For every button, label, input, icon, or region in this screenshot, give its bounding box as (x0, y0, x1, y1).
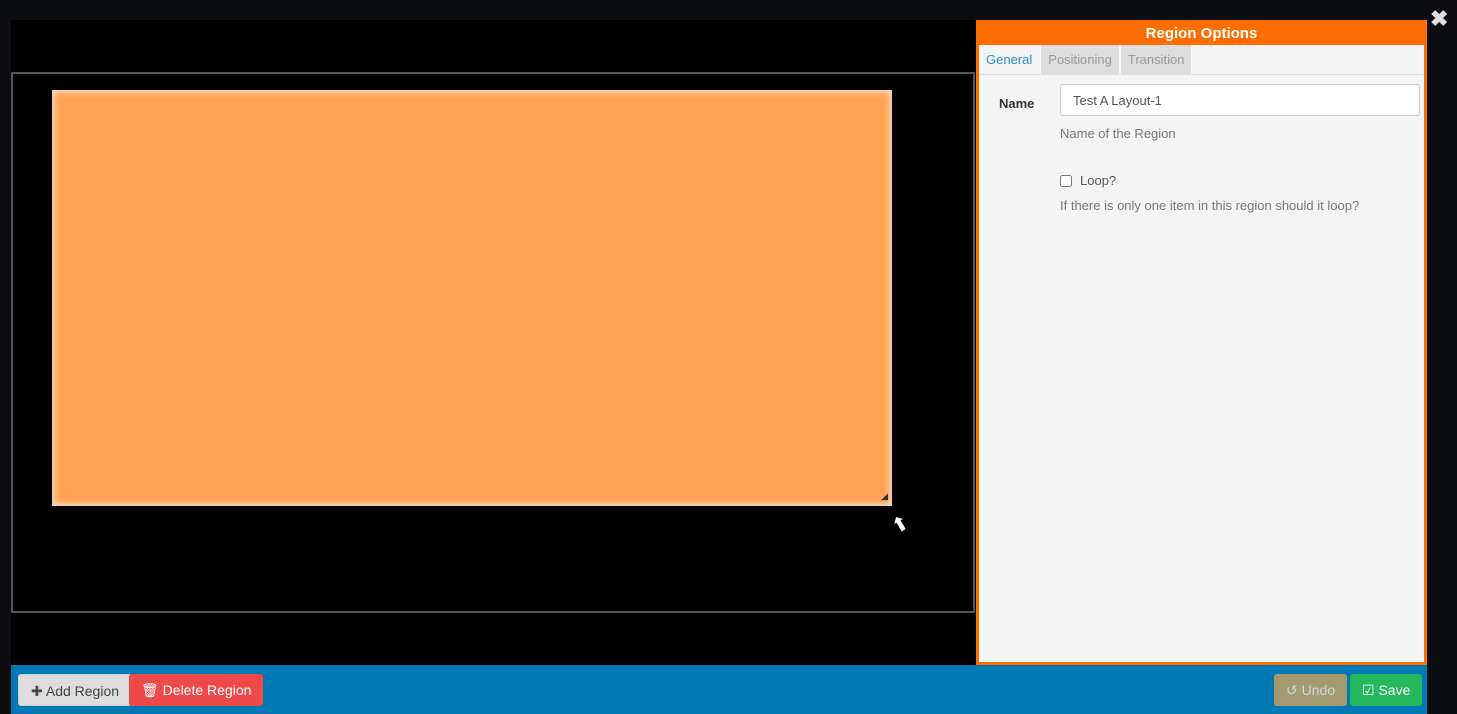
name-input[interactable] (1060, 84, 1420, 116)
save-label: Save (1378, 682, 1411, 698)
trash-icon: 🗑 (141, 682, 159, 698)
loop-checkbox[interactable] (1060, 174, 1072, 187)
add-region-button[interactable]: ✚ Add Region (18, 674, 133, 706)
check-square-icon: ☑ (1362, 682, 1375, 698)
add-region-label: Add Region (45, 683, 120, 699)
region-options-panel: Region Options General Positioning Trans… (976, 20, 1427, 665)
save-button[interactable]: ☑ Save (1350, 674, 1423, 706)
undo-icon: ↺ (1286, 682, 1298, 698)
panel-title: Region Options (979, 23, 1424, 45)
undo-button[interactable]: ↺ Undo (1274, 674, 1348, 706)
region-box[interactable]: ◢ (52, 90, 892, 506)
delete-region-label: Delete Region (162, 682, 252, 698)
plus-icon: ✚ (31, 683, 43, 699)
tab-positioning[interactable]: Positioning (1041, 45, 1119, 74)
footer-toolbar: ✚ Add Region 🗑 Delete Region ↺ Undo ☑ Sa… (11, 665, 1427, 714)
close-icon[interactable]: ✖ (1430, 6, 1448, 32)
undo-label: Undo (1301, 682, 1336, 698)
name-label: Name (999, 96, 1035, 111)
loop-field[interactable]: Loop? (1060, 173, 1116, 188)
delete-region-button[interactable]: 🗑 Delete Region (129, 674, 264, 706)
loop-help: If there is only one item in this region… (1060, 198, 1360, 213)
tab-transition[interactable]: Transition (1120, 45, 1192, 74)
resize-handle-icon[interactable]: ◢ (881, 491, 888, 502)
loop-label: Loop? (1080, 173, 1117, 188)
tab-bar: General Positioning Transition (979, 45, 1424, 75)
name-help: Name of the Region (1060, 126, 1176, 141)
tab-general[interactable]: General (979, 45, 1040, 74)
